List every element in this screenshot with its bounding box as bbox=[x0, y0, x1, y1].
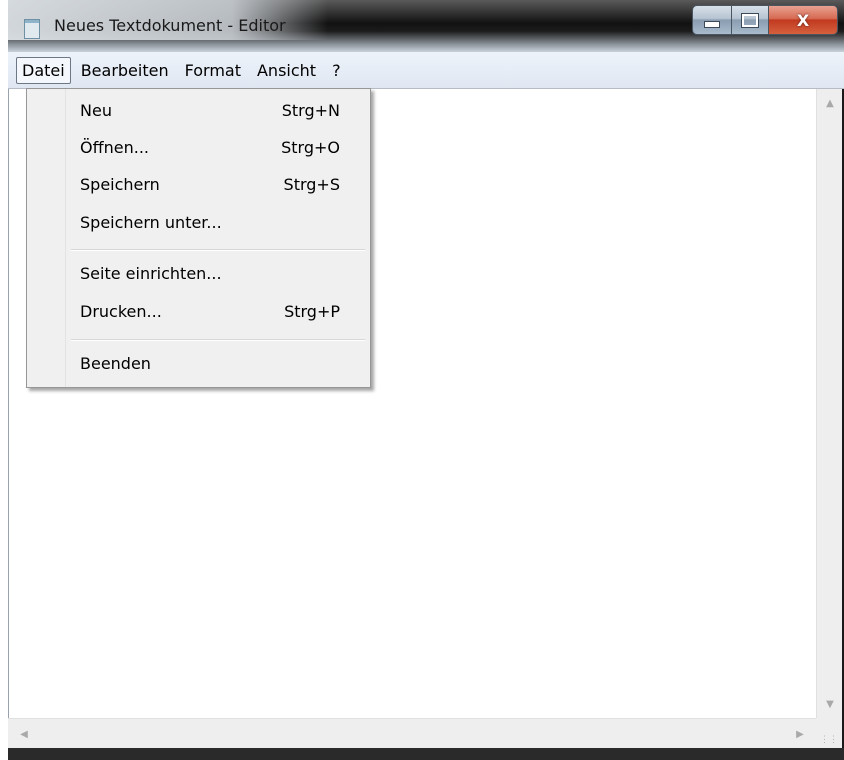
menu-item-label: Drucken... bbox=[80, 302, 162, 321]
menu-datei[interactable]: Datei bbox=[16, 56, 71, 84]
maximize-icon bbox=[741, 12, 759, 28]
close-button[interactable]: X bbox=[769, 5, 838, 35]
menu-item-drucken[interactable]: Drucken... Strg+P bbox=[27, 294, 370, 330]
menu-item-seite-einrichten[interactable]: Seite einrichten... bbox=[27, 256, 370, 292]
menu-item-oeffnen[interactable]: Öffnen... Strg+O bbox=[27, 130, 370, 166]
window-bottom-border bbox=[8, 748, 844, 760]
scroll-down-icon[interactable]: ▼ bbox=[817, 692, 843, 716]
menu-separator bbox=[71, 339, 365, 341]
menu-item-label: Öffnen... bbox=[80, 138, 149, 157]
maximize-button[interactable] bbox=[732, 5, 769, 35]
notepad-window: Neues Textdokument - Editor X Datei Bear… bbox=[8, 0, 844, 760]
window-controls: X bbox=[692, 5, 838, 35]
minimize-button[interactable] bbox=[692, 5, 732, 35]
scroll-left-icon[interactable]: ◀ bbox=[12, 719, 36, 749]
menu-item-shortcut: Strg+P bbox=[284, 302, 340, 321]
file-menu-dropdown: Neu Strg+N Öffnen... Strg+O Speichern St… bbox=[26, 88, 371, 388]
menu-bar: Datei Bearbeiten Format Ansicht ? bbox=[8, 52, 844, 89]
menu-item-neu[interactable]: Neu Strg+N bbox=[27, 93, 370, 129]
menu-item-shortcut: Strg+N bbox=[281, 101, 340, 120]
menu-item-label: Speichern unter... bbox=[80, 213, 222, 232]
resize-corner[interactable]: ⋮⋮ bbox=[816, 718, 842, 748]
menu-item-speichern-unter[interactable]: Speichern unter... bbox=[27, 205, 370, 241]
menu-item-label: Beenden bbox=[80, 354, 151, 373]
scroll-up-icon[interactable]: ▲ bbox=[817, 91, 843, 115]
minimize-icon bbox=[704, 20, 720, 28]
menu-help[interactable]: ? bbox=[326, 57, 347, 84]
menu-item-shortcut: Strg+S bbox=[283, 175, 340, 194]
menu-item-shortcut: Strg+O bbox=[281, 138, 340, 157]
close-icon: X bbox=[796, 10, 810, 30]
scroll-right-icon[interactable]: ▶ bbox=[788, 719, 812, 749]
horizontal-scrollbar[interactable]: ◀ ▶ bbox=[8, 718, 816, 749]
menu-item-label: Neu bbox=[80, 101, 112, 120]
menu-item-label: Seite einrichten... bbox=[80, 264, 222, 283]
menu-bearbeiten[interactable]: Bearbeiten bbox=[75, 57, 175, 84]
menu-item-label: Speichern bbox=[80, 175, 160, 194]
resize-grip-icon[interactable]: ⋮⋮ bbox=[820, 736, 838, 745]
menu-separator bbox=[71, 249, 365, 251]
vertical-scrollbar[interactable]: ▲ ▼ bbox=[816, 89, 843, 718]
menu-format[interactable]: Format bbox=[179, 57, 247, 84]
menu-item-beenden[interactable]: Beenden bbox=[27, 346, 370, 382]
notepad-icon[interactable] bbox=[24, 19, 40, 39]
menu-item-speichern[interactable]: Speichern Strg+S bbox=[27, 167, 370, 203]
title-bar[interactable]: Neues Textdokument - Editor X bbox=[8, 0, 844, 52]
window-title: Neues Textdokument - Editor bbox=[54, 16, 286, 35]
menu-ansicht[interactable]: Ansicht bbox=[251, 57, 322, 84]
